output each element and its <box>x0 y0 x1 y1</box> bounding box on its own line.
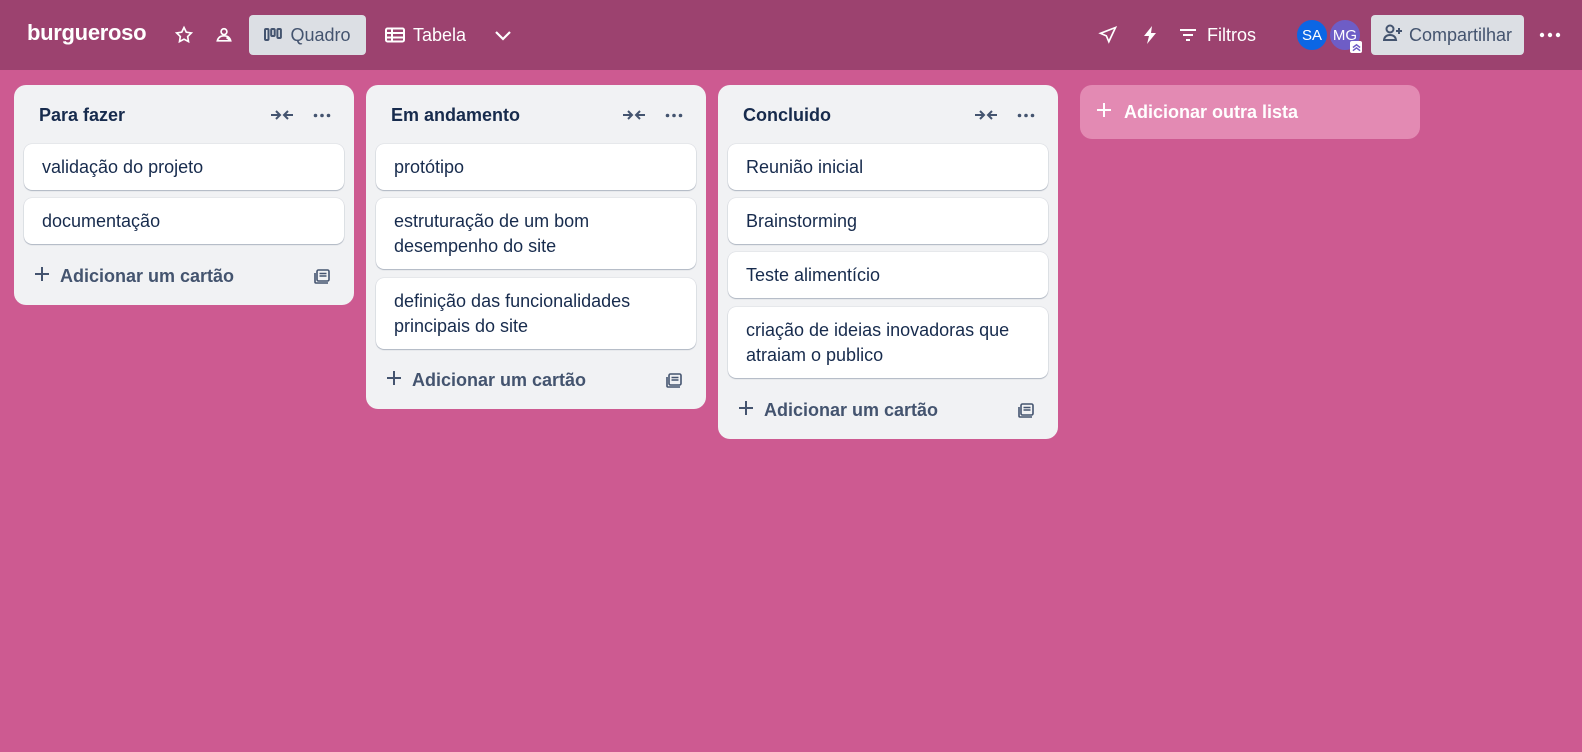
list-title[interactable]: Em andamento <box>391 105 520 126</box>
admin-badge-icon <box>1350 41 1362 53</box>
add-card-label: Adicionar um cartão <box>60 265 235 286</box>
star-icon[interactable] <box>172 15 196 55</box>
card[interactable]: validação do projeto <box>24 144 344 190</box>
list-more-icon[interactable] <box>1012 103 1040 127</box>
plus-icon <box>1096 102 1112 123</box>
list-para-fazer: Para fazer validação do projeto document… <box>14 85 354 305</box>
collapse-list-icon[interactable] <box>268 103 296 127</box>
plus-icon <box>738 400 754 421</box>
power-ups-icon[interactable] <box>1094 15 1122 55</box>
card-template-icon[interactable] <box>314 266 332 289</box>
view-table-label: Tabela <box>412 24 467 45</box>
list-title[interactable]: Concluido <box>743 105 831 126</box>
card[interactable]: Reunião inicial <box>728 144 1048 190</box>
workspace-visibility-icon[interactable] <box>212 15 236 55</box>
add-list-label: Adicionar outra lista <box>1124 101 1299 122</box>
plus-icon <box>34 266 50 287</box>
automation-icon[interactable] <box>1138 15 1162 55</box>
add-card-button[interactable]: Adicionar um cartão <box>728 390 1048 430</box>
filters-button[interactable]: Filtros <box>1179 15 1269 55</box>
card[interactable]: documentação <box>24 198 344 244</box>
add-list-button[interactable]: Adicionar outra lista <box>1080 85 1420 139</box>
card[interactable]: criação de ideias inovadoras que atraiam… <box>728 307 1048 378</box>
board-view-icon <box>264 27 283 43</box>
card-template-icon[interactable] <box>666 370 684 393</box>
view-board-button[interactable]: Quadro <box>249 15 366 55</box>
list-more-icon[interactable] <box>660 103 688 127</box>
collapse-list-icon[interactable] <box>620 103 648 127</box>
filters-label: Filtros <box>1207 24 1256 45</box>
add-card-button[interactable]: Adicionar um cartão <box>376 360 696 400</box>
filter-icon <box>1179 28 1197 42</box>
share-button[interactable]: Compartilhar <box>1371 15 1524 55</box>
more-icon[interactable] <box>1534 15 1566 55</box>
card[interactable]: definição das funcionalidades principais… <box>376 278 696 349</box>
table-view-icon <box>384 27 405 43</box>
avatar-sa[interactable]: SA <box>1295 18 1329 52</box>
card[interactable]: Brainstorming <box>728 198 1048 244</box>
card[interactable]: protótipo <box>376 144 696 190</box>
chevron-down-icon[interactable] <box>486 15 520 55</box>
list-title[interactable]: Para fazer <box>39 105 125 126</box>
avatar-initials: SA <box>1301 26 1322 44</box>
card[interactable]: Teste alimentício <box>728 252 1048 298</box>
add-card-button[interactable]: Adicionar um cartão <box>24 256 344 296</box>
plus-icon <box>386 370 402 391</box>
board-title[interactable]: burgueroso <box>27 20 147 46</box>
card-template-icon[interactable] <box>1018 400 1036 423</box>
list-more-icon[interactable] <box>308 103 336 127</box>
add-card-label: Adicionar um cartão <box>412 369 587 390</box>
board-header: burgueroso Quadro Tabela Filtros SA MG C… <box>0 0 1582 70</box>
collapse-list-icon[interactable] <box>972 103 1000 127</box>
view-table-button[interactable]: Tabela <box>373 15 478 55</box>
share-label: Compartilhar <box>1408 24 1513 45</box>
card[interactable]: estruturação de um bom desempenho do sit… <box>376 198 696 269</box>
avatar-mg[interactable]: MG <box>1328 18 1362 53</box>
list-em-andamento: Em andamento protótipo estruturação de u… <box>366 85 706 409</box>
view-board-label: Quadro <box>290 24 351 45</box>
add-member-icon <box>1382 24 1403 47</box>
add-card-label: Adicionar um cartão <box>764 399 939 420</box>
list-concluido: Concluido Reunião inicial Brainstorming … <box>718 85 1058 439</box>
